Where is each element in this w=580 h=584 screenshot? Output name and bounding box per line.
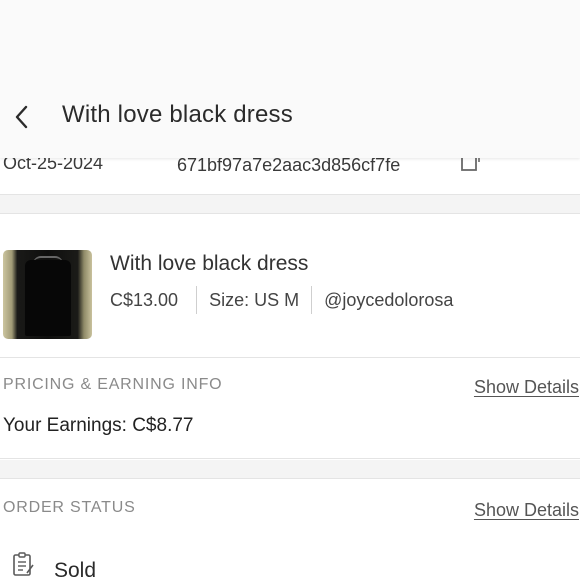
pricing-heading: PRICING & EARNING INFO xyxy=(3,376,223,393)
section-divider xyxy=(0,460,580,479)
product-size: Size: US M xyxy=(209,289,300,310)
top-bar: With love black dress xyxy=(0,0,580,158)
section-divider xyxy=(0,195,580,214)
product-meta: C$13.00 Size: US M @joycedolorosa xyxy=(110,286,453,314)
order-status-section: ORDER STATUS Show Details Sold xyxy=(0,479,580,582)
back-button[interactable] xyxy=(8,100,36,134)
pricing-section: PRICING & EARNING INFO Show Details Your… xyxy=(0,358,580,459)
earnings-value: Your Earnings: C$8.77 xyxy=(3,415,194,436)
order-id: 671bf97a7e2aac3d856cf7fe xyxy=(177,155,401,175)
meta-divider xyxy=(196,286,198,314)
pricing-show-details-link[interactable]: Show Details xyxy=(474,377,579,398)
product-price: C$13.00 xyxy=(110,289,179,310)
checklist-icon xyxy=(10,551,36,579)
product-title: With love black dress xyxy=(110,252,309,275)
page-title: With love black dress xyxy=(62,101,293,128)
product-thumbnail[interactable] xyxy=(3,250,92,339)
product-card[interactable]: With love black dress C$13.00 Size: US M… xyxy=(0,214,580,358)
seller-username-link[interactable]: @joycedolorosa xyxy=(324,290,453,311)
order-status-show-details-link[interactable]: Show Details xyxy=(474,500,579,521)
order-status-heading: ORDER STATUS xyxy=(3,499,136,516)
order-status-value: Sold xyxy=(54,559,97,582)
meta-divider xyxy=(311,286,313,314)
chevron-left-icon xyxy=(15,105,28,129)
